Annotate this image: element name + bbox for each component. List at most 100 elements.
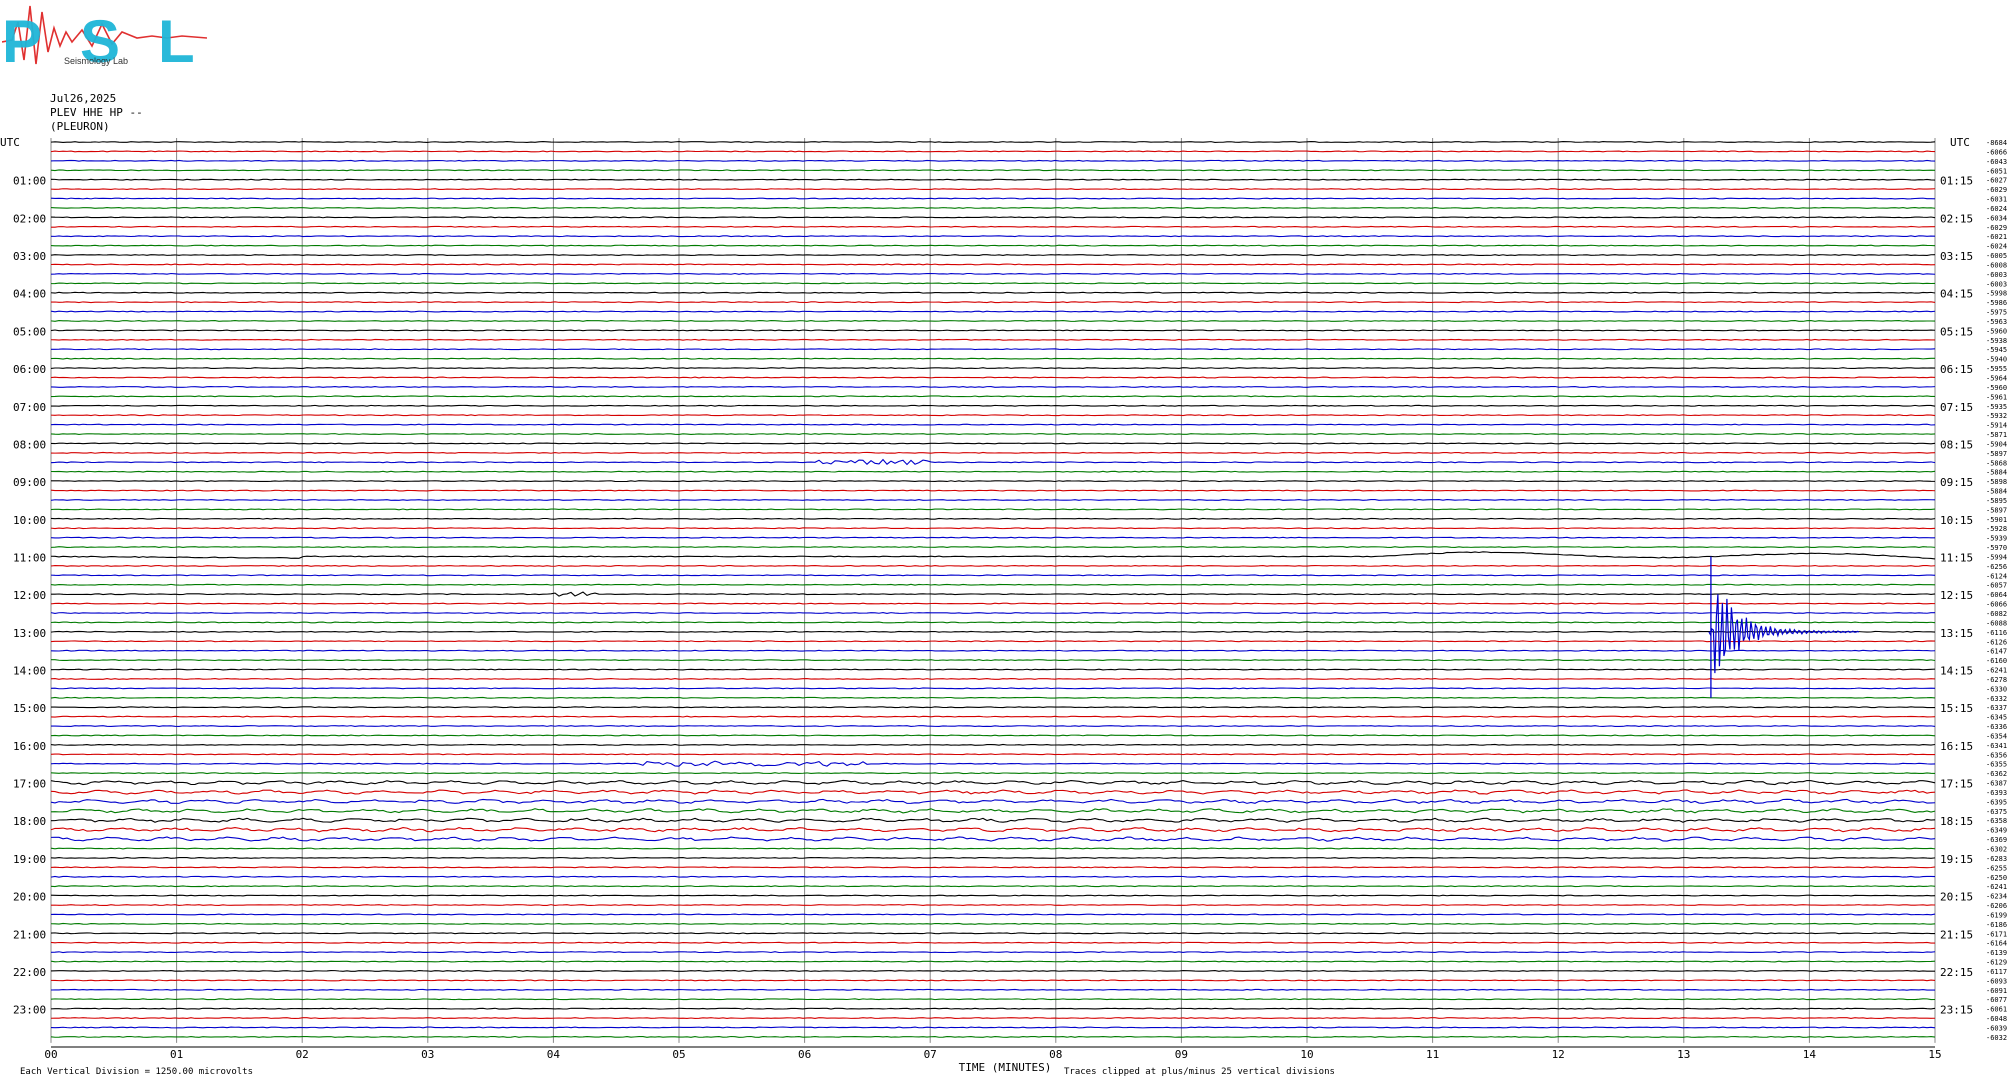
- row-offset-label: -6043: [1986, 158, 2007, 166]
- row-offset-label: -6005: [1986, 252, 2007, 260]
- trace-row-19: [50, 320, 1936, 322]
- trace-row-17: [50, 301, 1936, 304]
- trace-row-11: [50, 244, 1936, 247]
- row-offset-label: -6186: [1986, 921, 2007, 929]
- row-offset-label: -5961: [1986, 393, 2007, 401]
- row-offset-label: -6369: [1986, 836, 2007, 844]
- trace-row-63: [50, 734, 1936, 737]
- row-offset-label: -5897: [1986, 450, 2007, 458]
- right-hour-label: 22:15: [1940, 966, 1973, 979]
- row-offset-label: -5932: [1986, 412, 2007, 420]
- trace-row-76: [50, 856, 1936, 859]
- left-hour-label: 03:00: [13, 250, 46, 263]
- trace-row-21: [50, 338, 1936, 341]
- row-offset-label: -6164: [1986, 940, 2007, 948]
- right-hour-label: 17:15: [1940, 778, 1973, 791]
- row-offset-label: -5898: [1986, 478, 2007, 486]
- trace-row-41: [50, 527, 1936, 530]
- row-offset-label: -6124: [1986, 572, 2007, 580]
- right-hour-label: 01:15: [1940, 175, 1973, 188]
- row-offset-label: -6021: [1986, 233, 2007, 241]
- trace-row-77: [50, 866, 1936, 869]
- left-hour-label: 13:00: [13, 627, 46, 640]
- trace-row-80: [50, 894, 1936, 897]
- trace-row-39: [50, 508, 1936, 511]
- scale-note: Each Vertical Division = 1250.00 microvo…: [20, 1067, 253, 1077]
- trace-row-26: [50, 385, 1936, 388]
- trace-row-27: [50, 395, 1936, 398]
- row-offset-label: -6393: [1986, 789, 2007, 797]
- x-tick-label: 11: [1426, 1048, 1439, 1061]
- row-offset-label: -5884: [1986, 488, 2007, 496]
- right-hour-label: UTC: [1950, 136, 1970, 149]
- trace-row-55: [51, 659, 1936, 662]
- row-offset-label: -6349: [1986, 827, 2007, 835]
- trace-row-74: [50, 836, 1936, 842]
- row-offset-label: -6356: [1986, 751, 2007, 759]
- row-offset-label: -5904: [1986, 440, 2007, 448]
- trace-row-12: [50, 254, 1936, 256]
- trace-row-81: [50, 904, 1936, 906]
- row-offset-label: -6256: [1986, 563, 2007, 571]
- row-offset-label: -6048: [1986, 1015, 2007, 1023]
- trace-row-62: [50, 725, 1936, 727]
- row-offset-label: -6117: [1986, 968, 2007, 976]
- left-hour-label: 05:00: [13, 325, 46, 338]
- row-offset-label: -6031: [1986, 196, 2007, 204]
- trace-row-22: [50, 348, 1936, 351]
- left-hour-label: 08:00: [13, 438, 46, 451]
- right-hour-label: 18:15: [1940, 815, 1973, 828]
- row-offset-label: -6088: [1986, 619, 2007, 627]
- trace-row-85: [50, 941, 1935, 944]
- row-offset-label: -6336: [1986, 723, 2007, 731]
- trace-row-90: [50, 988, 1936, 991]
- left-hour-label: 14:00: [13, 665, 46, 678]
- row-offset-label: -5935: [1986, 403, 2007, 411]
- trace-row-30: [50, 423, 1936, 426]
- trace-row-38: [50, 499, 1936, 501]
- row-offset-label: -5986: [1986, 299, 2007, 307]
- trace-row-46: [50, 574, 1936, 577]
- row-offset-label: -5897: [1986, 506, 2007, 514]
- row-offset-label: -8684: [1986, 139, 2007, 147]
- row-offset-label: -6199: [1986, 911, 2007, 919]
- trace-row-6: [50, 197, 1936, 200]
- row-offset-label: -6051: [1986, 167, 2007, 175]
- trace-row-42: [50, 536, 1936, 539]
- left-hour-label: 17:00: [13, 778, 46, 791]
- trace-row-2: [50, 159, 1936, 162]
- trace-row-94: [50, 1026, 1936, 1029]
- right-hour-label: 03:15: [1940, 250, 1973, 263]
- row-offset-label: -6332: [1986, 695, 2007, 703]
- trace-row-45: [50, 564, 1936, 567]
- row-offset-label: -5938: [1986, 337, 2007, 345]
- row-offset-label: -6082: [1986, 610, 2007, 618]
- row-offset-label: -5970: [1986, 544, 2007, 552]
- trace-row-82: [50, 913, 1936, 916]
- left-hour-label: 20:00: [13, 891, 46, 904]
- left-hour-label: 16:00: [13, 740, 46, 753]
- row-offset-label: -6077: [1986, 996, 2007, 1004]
- trace-row-84: [50, 932, 1936, 935]
- trace-row-43: [50, 546, 1936, 549]
- trace-row-64: [50, 743, 1936, 746]
- trace-row-60: [50, 706, 1936, 709]
- trace-row-31: [50, 433, 1936, 435]
- right-hour-label: 05:15: [1940, 325, 1973, 338]
- right-hour-label: 20:15: [1940, 891, 1973, 904]
- trace-row-56: [50, 668, 1936, 671]
- row-offset-label: -6395: [1986, 798, 2007, 806]
- row-offset-label: -6061: [1986, 1006, 2007, 1014]
- trace-row-89: [50, 979, 1936, 982]
- left-hour-label: 09:00: [13, 476, 46, 489]
- right-hour-label: 12:15: [1940, 589, 1973, 602]
- row-offset-label: -5945: [1986, 346, 2007, 354]
- row-offset-label: -5868: [1986, 459, 2007, 467]
- trace-row-83: [50, 922, 1936, 925]
- trace-row-40: [50, 517, 1936, 520]
- row-offset-label: -6029: [1986, 186, 2007, 194]
- right-hour-label: 13:15: [1940, 627, 1973, 640]
- clip-note: Traces clipped at plus/minus 25 vertical…: [1064, 1067, 1335, 1077]
- trace-row-67: [50, 772, 1936, 775]
- trace-row-47: [50, 583, 1936, 586]
